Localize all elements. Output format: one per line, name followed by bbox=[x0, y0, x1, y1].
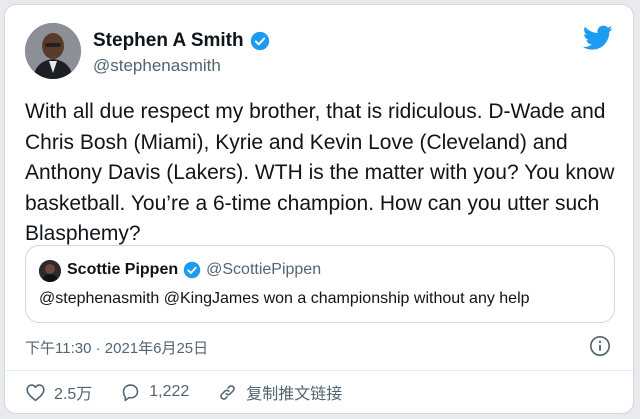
quoted-header: Scottie Pippen @ScottiePippen bbox=[67, 261, 321, 279]
reply-icon bbox=[122, 383, 139, 401]
like-button[interactable]: 2.5万 bbox=[25, 380, 92, 404]
quoted-text: @stephenasmith @KingJames won a champion… bbox=[39, 290, 530, 307]
copy-link-button[interactable]: 复制推文链接 bbox=[217, 380, 342, 404]
tweet-timestamp[interactable]: 下午11:30 · 2021年6月25日 bbox=[25, 337, 208, 358]
like-count: 2.5万 bbox=[54, 386, 93, 403]
reply-button[interactable]: 1,222 bbox=[120, 382, 189, 403]
verified-badge-icon bbox=[250, 31, 269, 51]
quoted-author-avatar-image bbox=[39, 260, 61, 282]
reply-count: 1,222 bbox=[149, 383, 190, 400]
twitter-bird-icon[interactable] bbox=[583, 25, 613, 51]
quoted-author-avatar bbox=[39, 260, 61, 282]
tweet-card: Stephen A Smith @stephenasmith With all … bbox=[4, 4, 634, 414]
author-avatar[interactable] bbox=[25, 23, 81, 79]
quoted-handle: @ScottiePippen bbox=[206, 261, 322, 278]
quoted-verified-badge-icon bbox=[183, 261, 201, 279]
link-icon bbox=[220, 384, 236, 400]
author-handle[interactable]: @stephenasmith bbox=[93, 56, 221, 76]
tweet-text: With all due respect my brother, that is… bbox=[25, 100, 615, 245]
quoted-display-name: Scottie Pippen bbox=[67, 261, 179, 278]
copy-link-label: 复制推文链接 bbox=[246, 386, 343, 403]
author-display-name[interactable]: Stephen A Smith bbox=[93, 30, 244, 52]
author-name-row: Stephen A Smith bbox=[93, 30, 270, 52]
quoted-tweet[interactable]: Scottie Pippen @ScottiePippen @stephenas… bbox=[25, 245, 615, 323]
divider bbox=[5, 370, 633, 371]
heart-icon bbox=[26, 383, 45, 401]
info-icon[interactable] bbox=[589, 335, 611, 357]
author-avatar-image bbox=[25, 23, 81, 79]
tweet-actions: 2.5万 1,222 复制推文链接 bbox=[25, 380, 370, 404]
